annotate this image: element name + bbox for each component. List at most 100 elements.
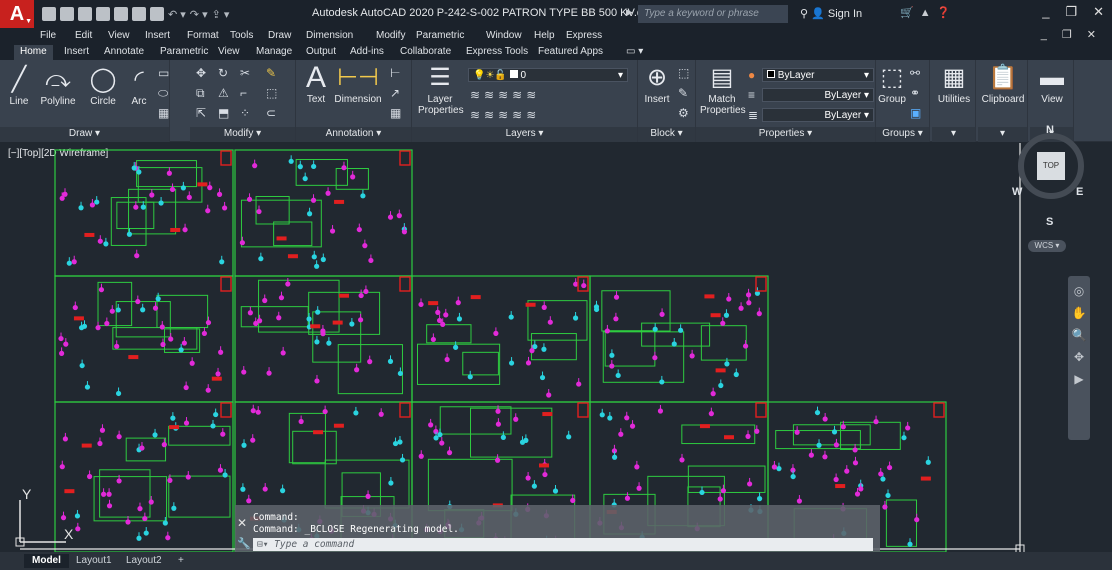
save-web-icon[interactable] [132,7,146,21]
menu-window[interactable]: Window [486,30,522,41]
scale-icon[interactable]: ⬒ [218,106,229,120]
text-button[interactable]: A Text [300,63,332,106]
undo-icon[interactable]: ↶ ▾ [168,8,186,21]
copy-icon[interactable]: ⧉ [196,86,205,101]
menu-format[interactable]: Format [187,30,219,41]
group-select-icon[interactable]: ▣ [910,106,921,120]
ribbon-tab-output[interactable]: Output [300,45,342,60]
circle-button[interactable]: ◯ Circle [86,66,120,107]
layout-tab-model[interactable]: Model [24,554,69,568]
ribbon-tab-manage[interactable]: Manage [250,45,298,60]
match-properties-button[interactable]: ▤ Match Properties [700,64,746,116]
move-icon[interactable]: ✥ [196,66,206,80]
polyline-button[interactable]: ⤼ Polyline [36,66,80,107]
mirror-icon[interactable]: ⚠ [218,86,229,100]
offset-icon[interactable]: ⊂ [266,106,276,120]
ribbon-tab-annotate[interactable]: Annotate [98,45,150,60]
utilities-expand[interactable]: ▾ [932,127,975,142]
leader-icon[interactable]: ↗ [390,86,400,100]
ungroup-icon[interactable]: ⚯ [910,66,920,80]
properties-group-title[interactable]: Properties ▾ [696,127,875,142]
sign-in-button[interactable]: ⚲ 👤 Sign In [800,7,862,20]
open-web-icon[interactable] [114,7,128,21]
modify-group-title[interactable]: Modify ▾ [190,127,295,142]
linetype-dropdown[interactable]: ByLayer ▾ [762,88,874,102]
ellipse-icon[interactable]: ⬭ [158,86,168,101]
groups-group-title[interactable]: Groups ▾ [876,127,929,142]
save-icon[interactable] [78,7,92,21]
new-file-icon[interactable] [42,7,56,21]
application-menu-button[interactable]: A ▼ [0,0,34,28]
insert-block-button[interactable]: ⊕ Insert [640,64,674,105]
ribbon-tab-insert[interactable]: Insert [58,45,95,60]
menu-file[interactable]: File [40,30,56,41]
open-file-icon[interactable] [60,7,74,21]
ribbon-tab-options-icon[interactable]: ▭ ▾ [620,45,649,60]
attribute-icon[interactable]: ⚙ [678,106,689,120]
menu-help[interactable]: Help [534,30,555,41]
plus-icon[interactable] [420,554,436,568]
linear-dim-icon[interactable]: ⊢ [390,66,400,80]
utilities-button[interactable]: ▦ Utilities [934,64,974,105]
orbit-icon[interactable]: ✥ [1068,350,1090,364]
help-icon[interactable]: ❓ [937,7,957,19]
close-icon[interactable]: ✕ [1093,4,1104,20]
layer-tools-row1-icon[interactable]: ≋≋≋≋≋ [470,88,540,102]
layer-properties-button[interactable]: ☰ Layer Properties [418,64,464,116]
menu-insert[interactable]: Insert [145,30,170,41]
pan-icon[interactable]: ✋ [1068,306,1090,320]
table-icon[interactable]: ▦ [390,106,401,120]
showmotion-icon[interactable]: ▶ [1068,372,1090,386]
menu-view[interactable]: View [108,30,130,41]
edit-block-icon[interactable]: ✎ [678,86,688,100]
compass-north[interactable]: N [1046,124,1054,136]
layer-tools-row2-icon[interactable]: ≋≋≋≋≋ [470,108,540,122]
clipboard-expand[interactable]: ▾ [978,127,1027,142]
rectangle-icon[interactable]: ▭ [158,66,169,80]
command-input[interactable]: ⊟▾ Type a command [253,538,873,551]
trim-icon[interactable]: ✂ [240,66,250,80]
menu-express[interactable]: Express [566,30,602,41]
view-button[interactable]: ▬ View [1032,64,1072,105]
autodesk-a360-icon[interactable]: ▲ [920,7,937,19]
ribbon-tab-collaborate[interactable]: Collaborate [394,45,457,60]
restore-icon[interactable]: ❐ [1065,4,1077,20]
redo-icon[interactable]: ↷ ▾ [190,8,208,21]
create-block-icon[interactable]: ⬚ [678,66,689,80]
menu-draw[interactable]: Draw [268,30,291,41]
ribbon-tab-view[interactable]: View [212,45,246,60]
color-dropdown[interactable]: ByLayer ▾ [762,68,874,82]
ribbon-tab-parametric[interactable]: Parametric [154,45,214,60]
group-edit-icon[interactable]: ⚭ [910,86,920,100]
group-button[interactable]: ⬚ Group [878,64,906,105]
stretch-icon[interactable]: ⇱ [196,106,206,120]
rotate-icon[interactable]: ↻ [218,66,228,80]
share-icon[interactable]: ⇪ ▾ [212,8,230,21]
cart-icon[interactable]: 🛒 [900,7,920,19]
ribbon-tab-add-ins[interactable]: Add-ins [344,45,390,60]
erase-icon[interactable]: ✎ [266,66,276,80]
search-input[interactable]: Type a keyword or phrase [638,5,788,23]
compass-east[interactable]: E [1076,186,1083,198]
minimize-icon[interactable]: _ [1042,4,1049,20]
viewcube[interactable]: TOP [1018,133,1084,199]
add-layout-icon[interactable]: + [170,554,192,568]
menu-tools[interactable]: Tools [230,30,253,41]
ribbon-tab-featured-apps[interactable]: Featured Apps [532,45,609,60]
fillet-icon[interactable]: ⌐ [240,86,247,100]
draw-group-title[interactable]: Draw ▾ [0,127,169,142]
block-group-title[interactable]: Block ▾ [638,127,695,142]
menu-dimension[interactable]: Dimension [306,30,353,41]
save-as-icon[interactable] [96,7,110,21]
search-expand-icon[interactable]: ▶ [626,7,633,18]
menu-modify[interactable]: Modify [376,30,405,41]
annotation-group-title[interactable]: Annotation ▾ [296,127,411,142]
line-button[interactable]: ╱ Line [4,66,34,107]
dimension-button[interactable]: ⊢⊣ Dimension [332,64,384,105]
arc-button[interactable]: ◜ Arc [124,66,154,107]
lineweight-dropdown[interactable]: ByLayer ▾ [762,108,874,122]
layer-dropdown[interactable]: 💡☀🔓 0 ▾ [468,68,628,82]
menu-edit[interactable]: Edit [75,30,92,41]
ribbon-tab-express-tools[interactable]: Express Tools [460,45,534,60]
zoom-icon[interactable]: 🔍 [1068,328,1090,342]
